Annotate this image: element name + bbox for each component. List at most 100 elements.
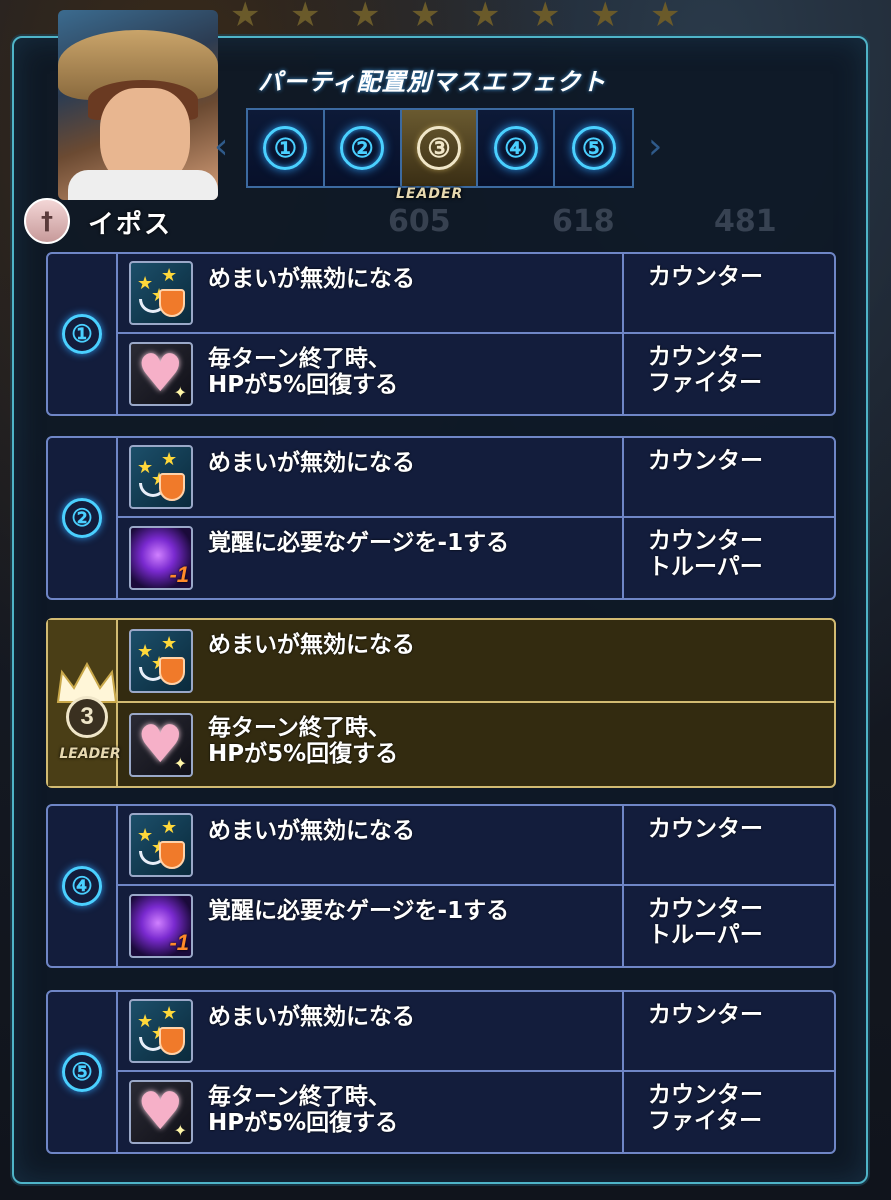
position-group-1: ①★★★めまいが無効になるカウンター♥✦毎ターン終了時、HPが5%回復するカウン…	[46, 252, 836, 416]
position-group-3: 3LEADER★★★めまいが無効になる♥✦毎ターン終了時、HPが5%回復する	[46, 618, 836, 788]
effect-row: ★★★ めまいが無効になる カウンター	[118, 806, 834, 887]
effect-rows: ★★★めまいが無効になるカウンター-1覚醒に必要なゲージを-1するカウンタートル…	[118, 438, 834, 598]
tabs-right-arrow-icon: ›	[648, 126, 663, 167]
effect-row: -1 覚醒に必要なゲージを-1する カウンター トルーパー	[118, 518, 834, 598]
group-number-cell: ⑤	[48, 992, 118, 1152]
background-star-icon: ★	[470, 0, 501, 35]
effect-line: 毎ターン終了時、	[208, 715, 391, 742]
class-line: カウンター	[648, 344, 763, 371]
class-line: カウンター	[648, 896, 763, 923]
heart-heal-icon: ♥ ✦	[129, 342, 193, 407]
effect-line: HPが5%回復する	[208, 741, 399, 768]
effect-description: 覚醒に必要なゲージを-1する	[204, 518, 622, 598]
required-classes: カウンター トルーパー	[622, 518, 834, 598]
tab-leader-label: LEADER	[396, 186, 464, 202]
effect-row: ♥ ✦ 毎ターン終了時、 HPが5%回復する	[118, 703, 834, 786]
position-group-4: ④★★★めまいが無効になるカウンター-1覚醒に必要なゲージを-1するカウンタート…	[46, 804, 836, 968]
effect-rows: ★★★めまいが無効になるカウンター-1覚醒に必要なゲージを-1するカウンタートル…	[118, 806, 834, 966]
effect-description: めまいが無効になる	[204, 438, 622, 516]
class-line: トルーパー	[648, 554, 763, 581]
effect-row: -1 覚醒に必要なゲージを-1する カウンター トルーパー	[118, 886, 834, 966]
group-number-cell: 3 LEADER	[48, 620, 121, 786]
background-star-icon: ★	[410, 0, 441, 35]
portrait-collar	[68, 170, 218, 200]
effect-line: HPが5%回復する	[208, 372, 399, 399]
class-line: カウンター	[648, 264, 763, 290]
required-classes: カウンター	[622, 438, 834, 517]
class-line: ファイター	[648, 370, 763, 397]
tab-position-5[interactable]: ⑤	[555, 110, 632, 186]
effect-line: 覚醒に必要なゲージを-1する	[208, 898, 510, 925]
leader-crown: 3 LEADER	[50, 662, 130, 782]
tab-position-1[interactable]: ①	[248, 110, 325, 186]
dizzy-shield-icon: ★★★	[129, 261, 193, 326]
effect-description: めまいが無効になる	[204, 254, 622, 332]
effect-rows: ★★★めまいが無効になるカウンター♥✦毎ターン終了時、HPが5%回復するカウンタ…	[118, 992, 834, 1152]
group-number-cell: ②	[48, 438, 118, 598]
background-star-icon: ★	[350, 0, 381, 35]
background-star-icon: ★	[530, 0, 561, 35]
effect-line: めまいが無効になる	[208, 1004, 415, 1030]
tab-position-3[interactable]: ③	[401, 110, 479, 186]
tab-number: ②	[340, 126, 385, 170]
gauge-minus-icon: -1	[129, 526, 193, 591]
tab-position-2[interactable]: ②	[324, 110, 402, 186]
effect-line: HPが5%回復する	[208, 1110, 399, 1137]
required-classes: カウンター	[622, 806, 834, 885]
class-line: ファイター	[648, 1108, 763, 1135]
position-group-2: ②★★★めまいが無効になるカウンター-1覚醒に必要なゲージを-1するカウンタート…	[46, 436, 836, 600]
leader-label: LEADER	[59, 746, 121, 762]
effect-icon-cell: ♥ ✦	[118, 703, 204, 786]
tab-position-4[interactable]: ④	[478, 110, 556, 186]
effect-icon-cell: -1	[118, 518, 204, 598]
effect-line: めまいが無効になる	[208, 818, 415, 844]
character-portrait	[58, 10, 218, 200]
leader-number: 3	[66, 696, 108, 738]
effect-description: めまいが無効になる	[204, 992, 622, 1070]
effect-row: ♥ ✦ 毎ターン終了時、 HPが5%回復する カウンター ファイター	[118, 1072, 834, 1152]
dizzy-shield-icon: ★★★	[129, 999, 193, 1064]
class-line: カウンター	[648, 1002, 763, 1028]
background-stat-attack: 605	[388, 204, 451, 239]
class-line: カウンター	[648, 528, 763, 555]
dizzy-shield-icon: ★★★	[129, 628, 193, 693]
effect-rows: ★★★めまいが無効になるカウンター♥✦毎ターン終了時、HPが5%回復するカウンタ…	[118, 254, 834, 414]
group-number-cell: ①	[48, 254, 118, 414]
group-number: ⑤	[62, 1052, 102, 1092]
group-number-cell: ④	[48, 806, 118, 966]
background-star-icon: ★	[650, 0, 681, 35]
required-classes: カウンター	[622, 992, 834, 1071]
effect-description: めまいが無効になる	[204, 806, 622, 884]
tab-number: ①	[263, 126, 308, 170]
tab-number: ③	[416, 126, 461, 170]
effect-line: 毎ターン終了時、	[208, 346, 391, 373]
group-number: ④	[62, 866, 102, 906]
effect-icon-cell: ★★★	[118, 806, 204, 884]
effect-row: ★★★ めまいが無効になる カウンター	[118, 438, 834, 519]
effect-icon-cell: -1	[118, 886, 204, 966]
sword-icon: †	[24, 198, 70, 244]
required-classes: カウンター ファイター	[622, 1072, 834, 1152]
background-stat-defense: 618	[552, 204, 615, 239]
effect-row: ★★★ めまいが無効になる カウンター	[118, 992, 834, 1073]
effect-description: 覚醒に必要なゲージを-1する	[204, 886, 622, 966]
character-name: イポス	[88, 210, 173, 240]
panel-title: パーティ配置別マスエフェクト	[258, 68, 607, 96]
dizzy-shield-icon: ★★★	[129, 445, 193, 510]
effect-line: めまいが無効になる	[208, 266, 415, 292]
effect-icon-cell: ★★★	[118, 620, 204, 701]
required-classes: カウンター ファイター	[622, 334, 834, 414]
effect-row: ★★★ めまいが無効になる	[118, 620, 834, 704]
required-classes: カウンター	[622, 254, 834, 333]
position-group-5: ⑤★★★めまいが無効になるカウンター♥✦毎ターン終了時、HPが5%回復するカウン…	[46, 990, 836, 1154]
effect-description: めまいが無効になる	[204, 620, 834, 701]
heart-heal-icon: ♥ ✦	[129, 712, 193, 777]
dizzy-shield-icon: ★★★	[129, 813, 193, 878]
class-line: カウンター	[648, 448, 763, 474]
effect-description: 毎ターン終了時、 HPが5%回復する	[204, 334, 622, 414]
effect-line: めまいが無効になる	[208, 450, 415, 476]
position-tabs: ①②③④⑤	[246, 108, 634, 188]
tab-number: ⑤	[571, 126, 616, 170]
class-line: カウンター	[648, 1082, 763, 1109]
background-stat-speed: 481	[714, 204, 777, 239]
